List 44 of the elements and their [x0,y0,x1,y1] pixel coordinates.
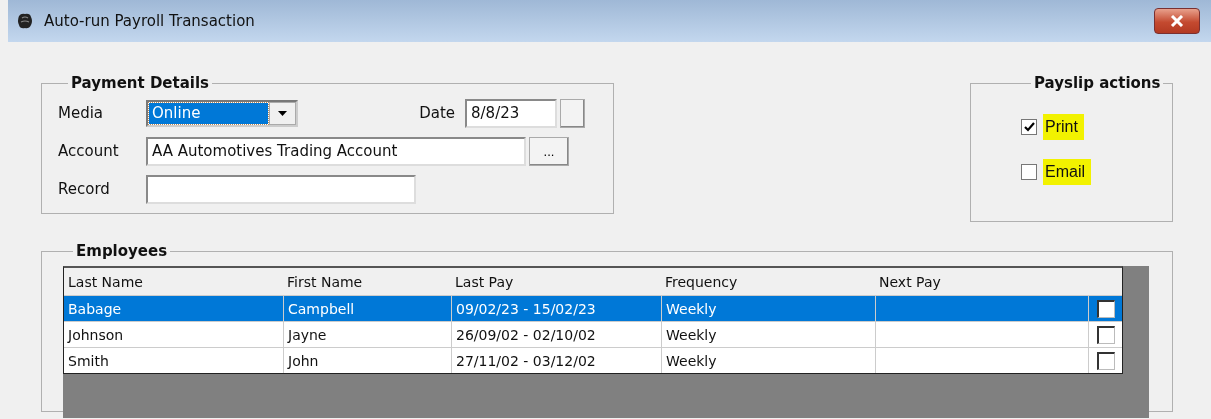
close-button[interactable] [1154,8,1200,34]
field-label: Media [58,104,105,122]
date-field[interactable]: 8/8/23 [465,98,557,128]
table-row[interactable]: Smith John 27/11/02 - 03/12/02 Weekly [64,347,1122,373]
record-field[interactable] [146,174,416,204]
table-row[interactable]: Johnson Jayne 26/09/02 - 02/10/02 Weekly [64,321,1122,347]
date-picker-button[interactable] [560,98,585,128]
field-label: Record [58,180,111,198]
checkbox-label: Print [1043,113,1084,140]
table-cell-text: Johnson [66,325,125,345]
column-header: Last Pay [454,272,515,292]
table-cell: Campbell [283,296,451,321]
field-label: Date [419,104,455,122]
table-cell-text: Babage [67,299,123,319]
row-checkbox[interactable] [1096,351,1115,370]
checkbox-label: Email [1043,158,1091,185]
table-cell-text: Smith [67,351,110,371]
table-cell: Jayne [283,322,451,347]
checkbox[interactable] [1021,118,1037,135]
table-row[interactable]: Babage Campbell 09/02/23 - 15/02/23 Weekly [64,295,1122,321]
column-header: Next Pay [878,272,942,292]
table-cell: John [283,348,451,373]
group-title: Payment Details [70,74,211,92]
row-checkbox[interactable] [1096,299,1115,318]
column-header: Last Name [67,272,144,292]
table-cell: Weekly [661,296,875,321]
column-header: Frequency [664,272,739,292]
row-checkbox[interactable] [1096,325,1115,344]
media-dropdown[interactable]: Online [146,99,298,127]
account-field[interactable]: AA Automotives Trading Account [146,136,526,166]
table-cell: 27/11/02 - 03/12/02 [451,348,661,373]
group-title: Employees [75,242,169,260]
field-label: Account [58,142,120,160]
checkbox[interactable] [1021,163,1037,180]
group-title: Payslip actions [1033,74,1162,92]
close-icon [1170,15,1184,27]
column-header: First Name [286,272,364,292]
window-title: Auto-run Payroll Transaction [44,12,255,30]
browse-button[interactable]: ... [529,136,569,166]
table-cell: Weekly [661,322,875,347]
table-cell: 26/09/02 - 02/10/02 [451,322,661,347]
app-icon [16,12,34,30]
table-cell: Weekly [661,348,875,373]
table-cell: 09/02/23 - 15/02/23 [451,296,661,321]
